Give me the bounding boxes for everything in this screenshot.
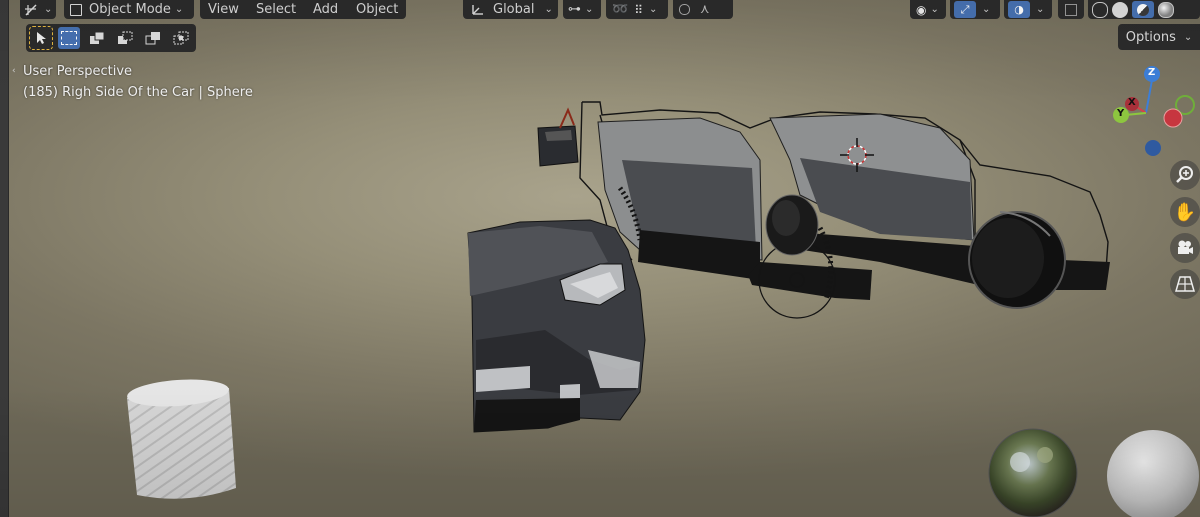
- scene: [126, 66, 1199, 517]
- wireframe-shading-icon[interactable]: [1092, 1, 1108, 18]
- object-info-label: (185) Righ Side Of the Car | Sphere: [23, 85, 253, 100]
- hand-icon: ✋: [1173, 201, 1197, 223]
- matcap-preview-sphere: [1107, 430, 1199, 517]
- options-label: Options: [1125, 29, 1176, 45]
- snapping-group[interactable]: ➿ ⠿ ⌄: [606, 0, 668, 19]
- options-button[interactable]: Options ⌄: [1118, 24, 1200, 50]
- mode-dropdown[interactable]: Object Mode ⌄: [64, 0, 194, 19]
- object-mode-icon: [70, 3, 82, 16]
- overlays-toggle-group[interactable]: ◑ ⌄: [1004, 0, 1052, 19]
- menu-bar: View Select Add Object: [200, 0, 406, 19]
- visibility-dropdown[interactable]: ◉ ⌄: [910, 0, 946, 19]
- menu-select[interactable]: Select: [256, 2, 296, 17]
- overlays-icon[interactable]: ◑: [1008, 1, 1030, 18]
- gizmo-z-label: Z: [1148, 67, 1156, 78]
- perspective-toggle-button[interactable]: [1170, 269, 1200, 299]
- perspective-label: User Perspective: [23, 64, 133, 79]
- selection-mode-toolbar: [26, 24, 196, 52]
- rendered-shading-icon[interactable]: [1158, 1, 1174, 18]
- select-box-mode[interactable]: [58, 27, 80, 49]
- solid-shading-icon[interactable]: [1112, 1, 1128, 18]
- mode-label: Object Mode: [89, 2, 171, 17]
- chevron-down-icon: ⌄: [930, 4, 939, 15]
- chevron-down-icon: ⌄: [1183, 31, 1193, 43]
- 3d-viewport[interactable]: Z X Y ⌄ Object Mode ⌄ View Select Add Ob…: [0, 0, 1200, 517]
- zoom-icon: [1176, 166, 1193, 183]
- chevron-down-icon: ⌄: [1036, 4, 1045, 15]
- pan-button[interactable]: ✋: [1170, 197, 1200, 227]
- select-subtract-icon: [118, 31, 133, 44]
- select-intersect-mode[interactable]: [170, 27, 192, 49]
- chevron-down-icon: ⌄: [648, 4, 658, 15]
- viewport-header: ⌄ Object Mode ⌄ View Select Add Object G…: [0, 0, 1200, 19]
- hdri-preview-sphere: [988, 428, 1078, 517]
- falloff-icon[interactable]: ⋏: [700, 2, 710, 17]
- grid-perspective-icon: [1175, 276, 1195, 292]
- 3d-viewport-editor-icon: [25, 3, 37, 16]
- snap-icon[interactable]: ➿: [612, 2, 628, 17]
- front-bumper-object[interactable]: [467, 219, 646, 433]
- menu-object[interactable]: Object: [356, 2, 398, 17]
- select-extend-icon: [90, 31, 105, 44]
- chevron-down-icon: ⌄: [982, 4, 991, 15]
- zoom-button[interactable]: [1170, 160, 1200, 190]
- select-extend-mode[interactable]: [86, 27, 108, 49]
- shading-mode-group[interactable]: [1088, 0, 1200, 19]
- pivot-point-dropdown[interactable]: ⊶ ⌄: [563, 0, 601, 19]
- eye-icon: ◉: [916, 2, 927, 17]
- camera-icon: [1178, 240, 1193, 254]
- menu-view[interactable]: View: [208, 2, 239, 17]
- select-box-icon: [61, 31, 77, 45]
- chevron-down-icon: ⌄: [544, 4, 553, 15]
- gizmo-x-label: X: [1128, 97, 1136, 108]
- side-mirror-object[interactable]: [537, 107, 579, 167]
- select-tool[interactable]: [29, 26, 53, 50]
- chevron-down-icon: ⌄: [585, 4, 594, 15]
- navigation-gizmo[interactable]: [1113, 66, 1195, 156]
- material-preview-shading-icon[interactable]: [1132, 1, 1154, 18]
- xray-icon: [1065, 3, 1077, 16]
- rear-wheel-object[interactable]: [968, 211, 1066, 309]
- orientation-icon: [472, 4, 483, 15]
- proportional-editing-icon[interactable]: [679, 4, 690, 15]
- pivot-icon: ⊶: [568, 2, 581, 17]
- chevron-down-icon: ⌄: [174, 4, 184, 15]
- select-subtract-mode[interactable]: [114, 27, 136, 49]
- gizmo-toggle-group[interactable]: ⤢ ⌄: [950, 0, 1000, 19]
- menu-add[interactable]: Add: [313, 2, 338, 17]
- xray-toggle[interactable]: [1058, 0, 1084, 19]
- select-invert-icon: [145, 32, 160, 45]
- transform-orientation-dropdown[interactable]: Global ⌄: [463, 0, 558, 19]
- select-invert-mode[interactable]: [142, 27, 164, 49]
- gizmo-toggle-icon[interactable]: ⤢: [954, 1, 976, 18]
- proportional-editing-group[interactable]: ⋏: [673, 0, 733, 19]
- cylinder-object[interactable]: [126, 376, 236, 499]
- editor-type-button[interactable]: ⌄: [20, 0, 56, 19]
- chevron-down-icon: ⌄: [44, 4, 53, 15]
- gizmo-y-label: Y: [1117, 108, 1125, 119]
- orientation-label: Global: [493, 2, 535, 17]
- snap-target-icon[interactable]: ⠿: [634, 3, 643, 17]
- select-intersect-icon: [173, 31, 189, 45]
- camera-view-button[interactable]: [1170, 233, 1200, 263]
- cursor-select-icon: [37, 32, 46, 44]
- toolbar-expand-arrow-icon[interactable]: ‹: [12, 66, 16, 76]
